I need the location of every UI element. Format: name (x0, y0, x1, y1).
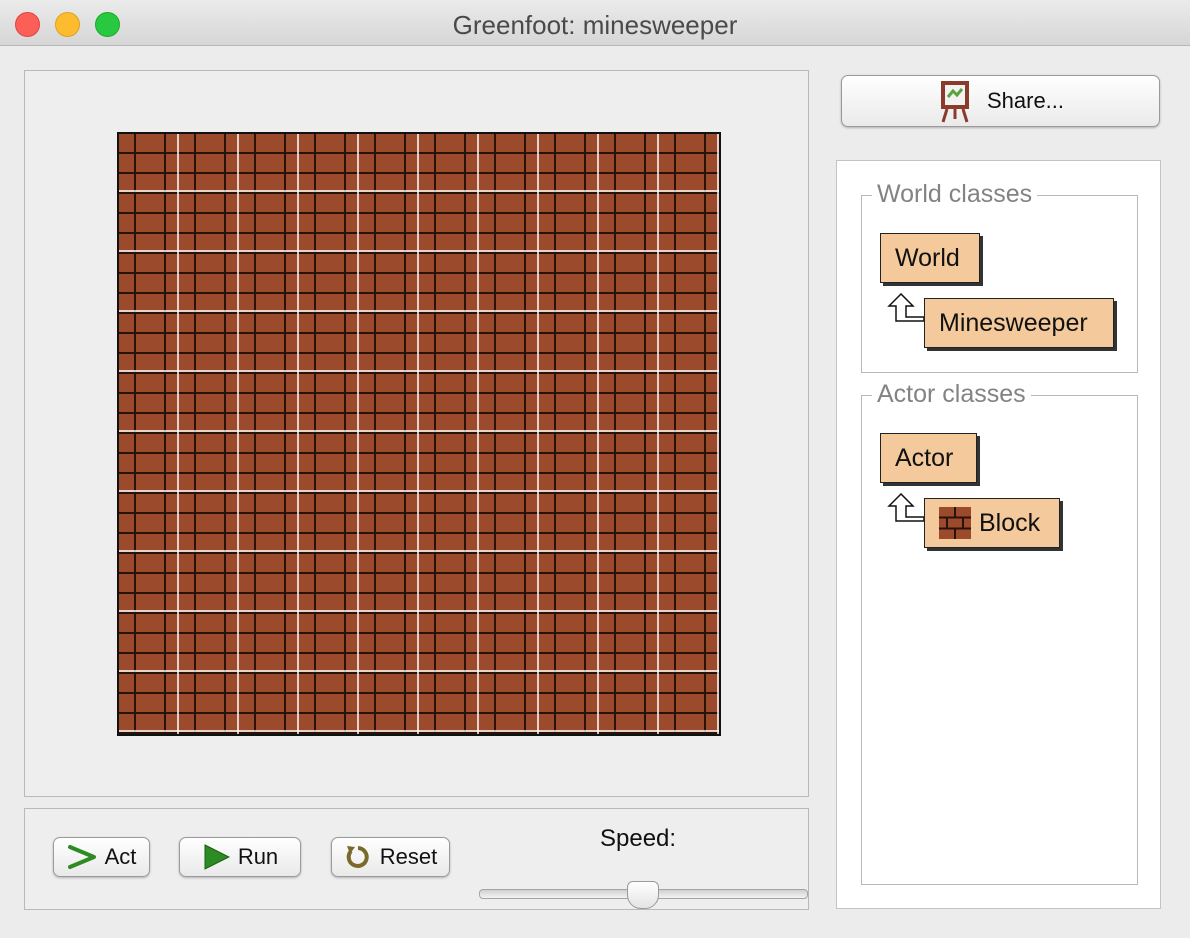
world-panel (24, 70, 809, 797)
class-minesweeper-label: Minesweeper (939, 308, 1088, 337)
inheritance-arrow-icon (887, 493, 925, 522)
class-actor[interactable]: Actor (880, 433, 977, 483)
control-panel: Act Run Reset Speed: (24, 808, 809, 910)
speed-label: Speed: (600, 825, 677, 852)
share-button[interactable]: Share... (841, 75, 1160, 127)
block-brick-icon (939, 507, 971, 539)
actor-classes-group: Actor classes Actor Block (861, 380, 1138, 885)
class-browser: World classes World Minesweeper Actor cl… (836, 160, 1161, 909)
window-title: Greenfoot: minesweeper (452, 10, 738, 40)
actor-classes-label: Actor classes (872, 380, 1031, 408)
class-world-label: World (895, 243, 960, 272)
act-arrow-icon (67, 845, 96, 869)
share-label: Share... (986, 88, 1065, 113)
run-button[interactable]: Run (179, 837, 301, 877)
act-label: Act (104, 844, 137, 869)
world-canvas[interactable] (117, 132, 721, 736)
run-label: Run (237, 844, 279, 869)
reset-label: Reset (379, 844, 438, 869)
class-block-label: Block (979, 508, 1041, 537)
class-world[interactable]: World (880, 233, 980, 283)
class-block[interactable]: Block (924, 498, 1060, 548)
class-actor-label: Actor (895, 443, 954, 472)
world-classes-group: World classes World Minesweeper (861, 180, 1138, 373)
share-easel-icon (940, 81, 969, 123)
run-play-icon (204, 844, 230, 870)
inheritance-arrow-icon (887, 293, 925, 322)
reset-button[interactable]: Reset (331, 837, 450, 877)
act-button[interactable]: Act (53, 837, 150, 877)
class-minesweeper[interactable]: Minesweeper (924, 298, 1114, 348)
window-titlebar: Greenfoot: minesweeper (0, 0, 1190, 46)
speed-slider-thumb[interactable] (626, 881, 659, 909)
world-classes-label: World classes (872, 180, 1038, 208)
reset-icon (346, 846, 369, 868)
